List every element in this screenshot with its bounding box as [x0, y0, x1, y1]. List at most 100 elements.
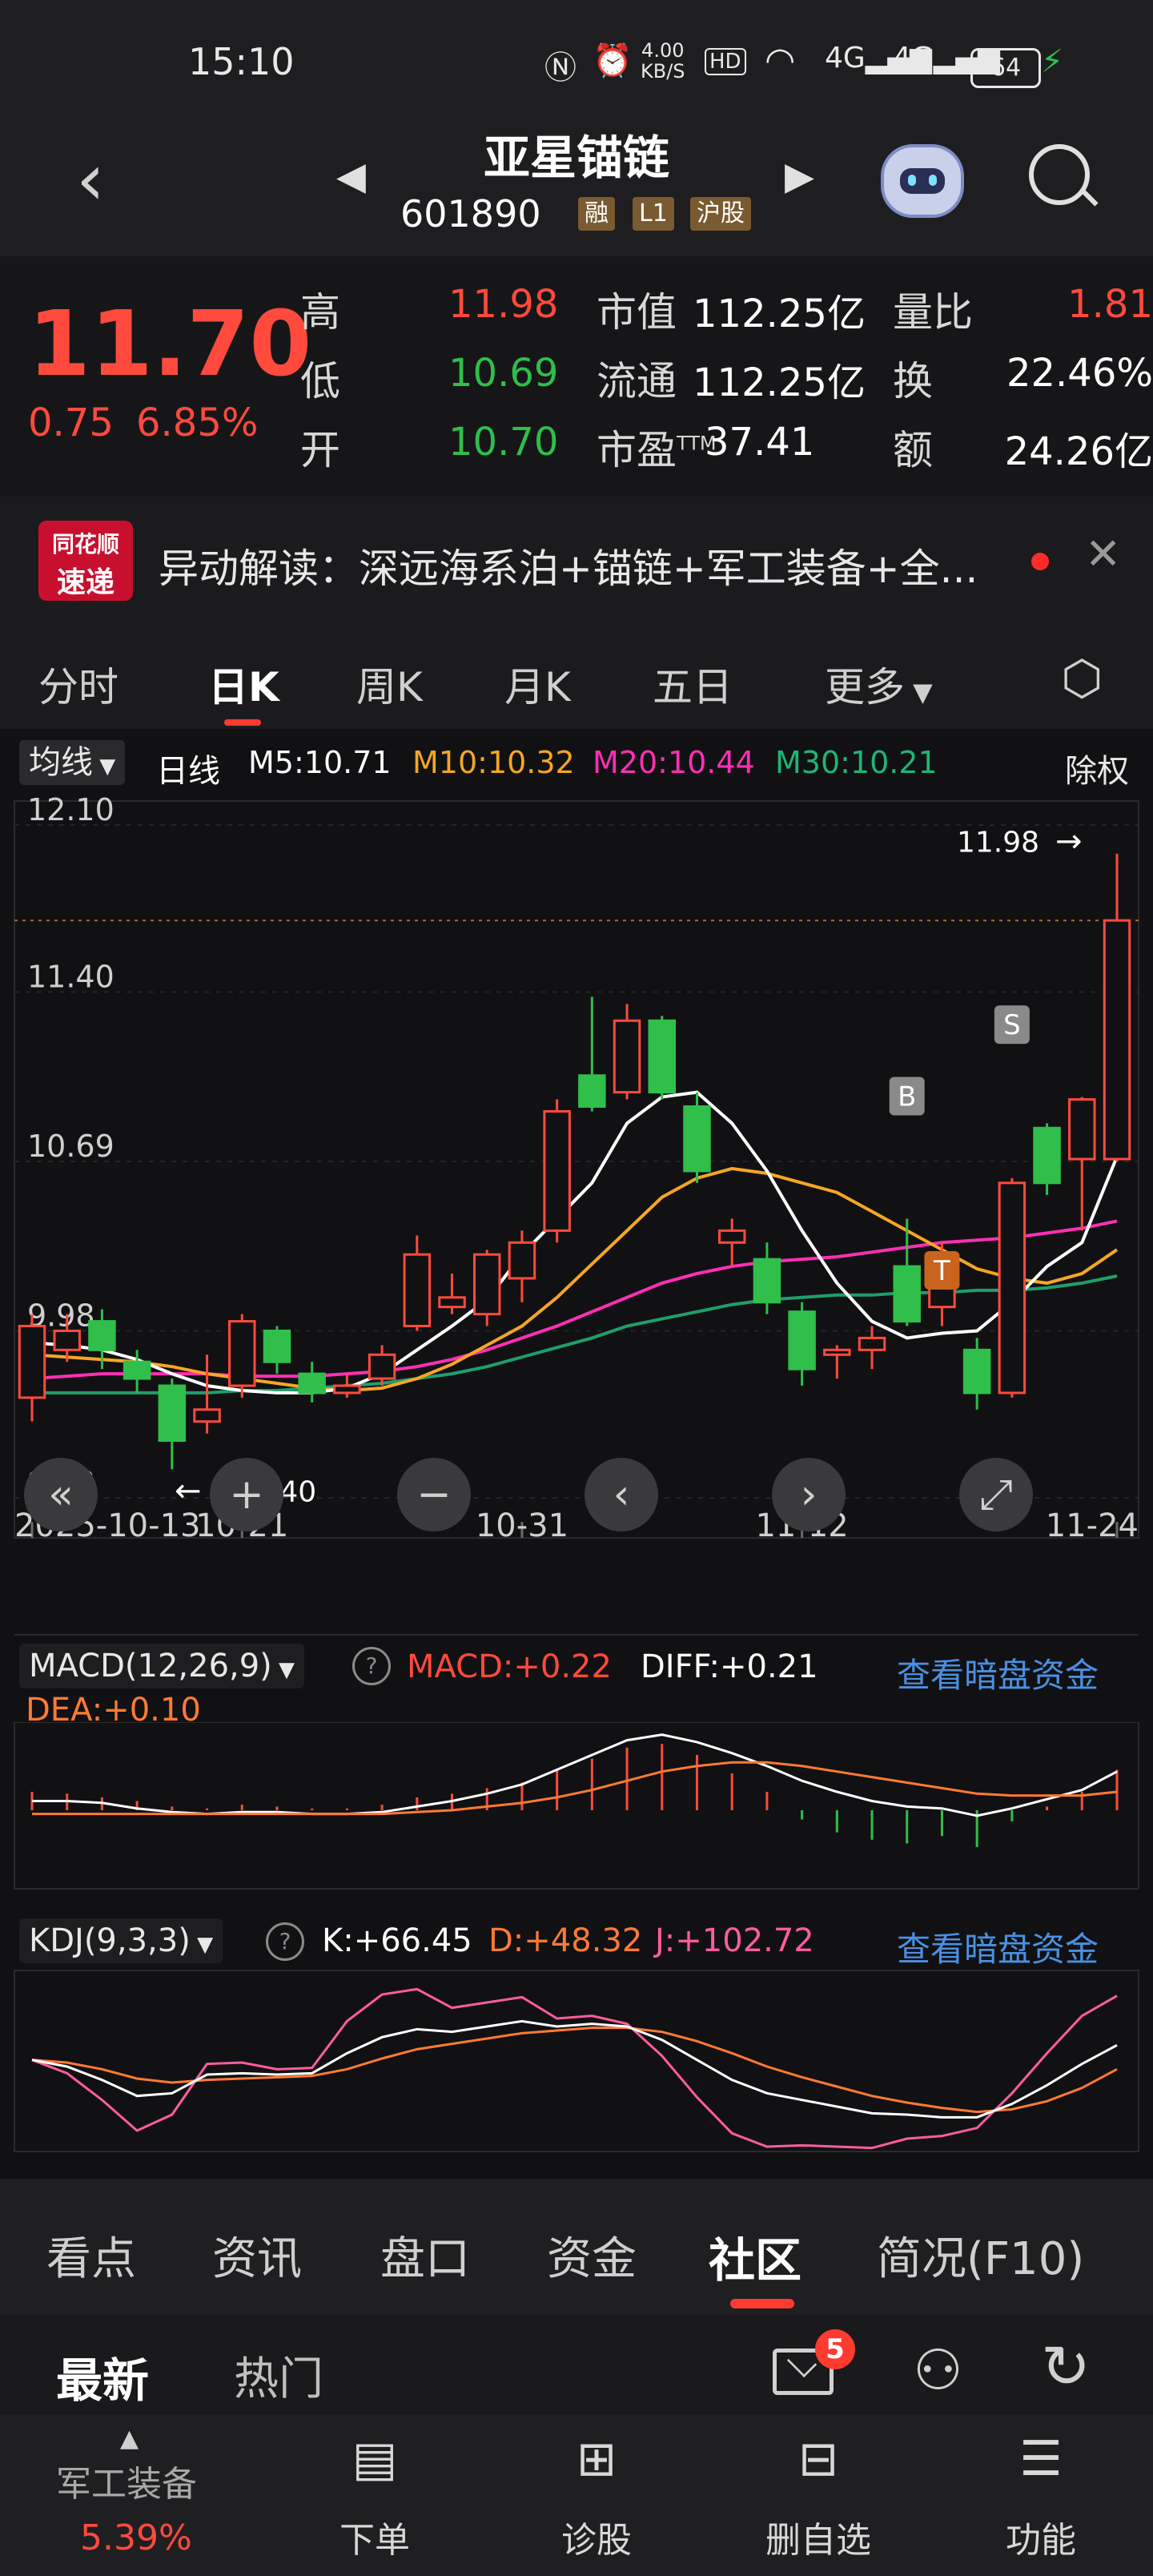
mktcap-value: 112.25亿 — [693, 292, 866, 336]
tag-margin: 融 — [578, 197, 615, 231]
network-speed: 4.00 KB/S — [641, 40, 685, 82]
tab-timeshare[interactable]: 分时 — [38, 655, 119, 713]
tab-hot[interactable]: 热门 — [234, 2343, 323, 2408]
signal-label: B — [898, 1081, 916, 1113]
community-subtabs: 最新 热门 5 ⚇ ↻ — [0, 2315, 1153, 2415]
ma5-value: M5:10.71 — [248, 745, 392, 780]
candle-body — [53, 1329, 81, 1351]
tab-more[interactable]: 更多 ▼ — [825, 655, 933, 713]
user-icon[interactable]: ⚇ — [913, 2337, 963, 2403]
bottom-nav: ▲ 军工装备 5.39% ▤ 下单 ⊞ 诊股 ⊟ 删自选 ☰ 功能 — [0, 2415, 1153, 2576]
tab-monthly-k[interactable]: 月K — [504, 655, 571, 713]
tab-daily-k[interactable]: 日K — [208, 655, 279, 713]
right-icon[interactable]: › — [772, 1458, 846, 1532]
sector-name[interactable]: 军工装备 — [56, 2455, 197, 2506]
ma-selector[interactable]: 均线 ▼ — [19, 740, 126, 785]
tab-orderbook[interactable]: 盘口 — [380, 2223, 470, 2288]
refresh-icon[interactable]: ↻ — [1041, 2332, 1091, 2401]
tab-funds[interactable]: 资金 — [547, 2223, 637, 2288]
robot-assistant-icon[interactable] — [881, 144, 964, 218]
nav-functions[interactable]: 功能 — [961, 2511, 1121, 2562]
high-label: 高 — [300, 289, 340, 336]
tab-more-label: 更多 — [825, 664, 905, 710]
amount-value: 24.26亿 — [1004, 429, 1153, 474]
tab-five-day[interactable]: 五日 — [653, 655, 733, 713]
candlestick-chart[interactable]: 12.1011.4010.699.989.28 11.98→9.40←BST 2… — [0, 793, 1153, 1546]
menu-icon[interactable]: ☰ — [961, 2431, 1121, 2487]
fullscreen-icon[interactable]: ⤢ — [959, 1458, 1033, 1532]
period-tabs: 分时 日K 周K 月K 五日 更多 ▼ ⬡ — [0, 625, 1153, 729]
caret-down-icon: ▼ — [93, 755, 116, 779]
candle-body — [823, 1348, 851, 1356]
candle-body — [858, 1336, 886, 1351]
candle-body — [1068, 1098, 1096, 1161]
adjust-toggle[interactable]: 除权 — [1065, 745, 1129, 791]
stock-header: ‹ ◀ ▶ 亚星锚链 601890 融 L1 沪股 — [0, 120, 1153, 256]
active-tab-indicator — [224, 719, 261, 726]
candle-body — [228, 1320, 256, 1387]
y-tick-label: 10.69 — [27, 1129, 114, 1164]
caret-down-icon: ▼ — [905, 677, 933, 707]
search-icon[interactable] — [1029, 144, 1099, 207]
zoom-out-icon[interactable]: − — [397, 1458, 471, 1532]
stock-code: 601890 — [400, 192, 541, 235]
kdj-frame — [14, 1970, 1139, 2152]
low-label: 低 — [300, 358, 340, 405]
tab-community[interactable]: 社区 — [709, 2223, 801, 2290]
order-icon[interactable]: ▤ — [295, 2431, 455, 2487]
high-marker: 11.98 — [957, 827, 1039, 859]
zoom-in-icon[interactable]: + — [210, 1458, 283, 1532]
tab-highlights[interactable]: 看点 — [46, 2223, 136, 2288]
float-value: 112.25亿 — [693, 360, 866, 405]
y-tick-label: 11.40 — [27, 960, 114, 995]
tab-profile-f10[interactable]: 简况(F10) — [877, 2223, 1084, 2288]
candle-body — [18, 1325, 46, 1399]
news-text[interactable]: 异动解读：深远海系泊+锚链+军工装备+全... — [159, 537, 978, 594]
diagnose-icon[interactable]: ⊞ — [516, 2431, 677, 2487]
double-left-icon[interactable]: « — [24, 1458, 98, 1532]
status-time: 15:10 — [188, 40, 295, 83]
left-icon[interactable]: ‹ — [585, 1458, 658, 1532]
caret-down-icon: ▼ — [271, 1658, 295, 1682]
nav-remove-watchlist[interactable]: 删自选 — [738, 2511, 898, 2562]
tab-news[interactable]: 资讯 — [212, 2223, 302, 2288]
wifi-icon: ◠ — [765, 40, 796, 81]
signal-label: T — [933, 1255, 950, 1287]
low-arrow: ← — [175, 1472, 202, 1509]
logo-line2: 速递 — [56, 566, 114, 599]
candle-body — [543, 1109, 571, 1232]
candle-body — [578, 1074, 606, 1108]
pe-label-text: 市盈 — [597, 427, 677, 473]
x-tick-label: 11-24 — [1046, 1507, 1139, 1544]
nav-order[interactable]: 下单 — [295, 2511, 455, 2562]
candle-body — [893, 1265, 921, 1323]
dea-line — [32, 1761, 1118, 1816]
candle-body — [508, 1241, 536, 1280]
last-price: 11.70 — [28, 292, 312, 396]
dark-pool-link[interactable]: 查看暗盘资金 — [897, 1648, 1099, 1697]
macd-selector[interactable]: MACD(12,26,9) ▼ — [19, 1644, 305, 1688]
high-value: 11.98 — [448, 282, 559, 327]
ma20-value: M20:10.44 — [593, 745, 755, 780]
stock-name: 亚星锚链 — [483, 131, 669, 185]
high-arrow: → — [1055, 823, 1083, 860]
tab-latest[interactable]: 最新 — [56, 2343, 149, 2410]
help-icon[interactable]: ? — [352, 1647, 391, 1685]
candle-body — [123, 1360, 151, 1380]
close-icon[interactable]: ✕ — [1085, 529, 1121, 579]
candle-body — [158, 1384, 187, 1443]
news-strip[interactable]: 同花顺 速递 异动解读：深远海系泊+锚链+军工装备+全... ✕ — [0, 497, 1153, 625]
open-value: 10.70 — [448, 420, 559, 465]
nfc-icon: Ⓝ — [544, 50, 576, 87]
volratio-value: 1.81 — [1067, 282, 1153, 327]
remove-watchlist-icon[interactable]: ⊟ — [738, 2431, 898, 2487]
candle-body — [648, 1019, 677, 1094]
chart-area: 均线 ▼ 日线 M5:10.71 M10:10.32 M20:10.44 M30… — [0, 729, 1153, 2179]
logo-line1: 同花顺 — [51, 531, 119, 557]
nav-diagnose[interactable]: 诊股 — [516, 2511, 677, 2562]
macd-chart — [14, 1722, 1139, 1890]
tonghuashun-logo: 同花顺 速递 — [38, 521, 133, 601]
candle-body — [333, 1384, 361, 1395]
chart-settings-icon[interactable]: ⬡ — [1061, 650, 1103, 706]
tab-weekly-k[interactable]: 周K — [356, 655, 423, 713]
